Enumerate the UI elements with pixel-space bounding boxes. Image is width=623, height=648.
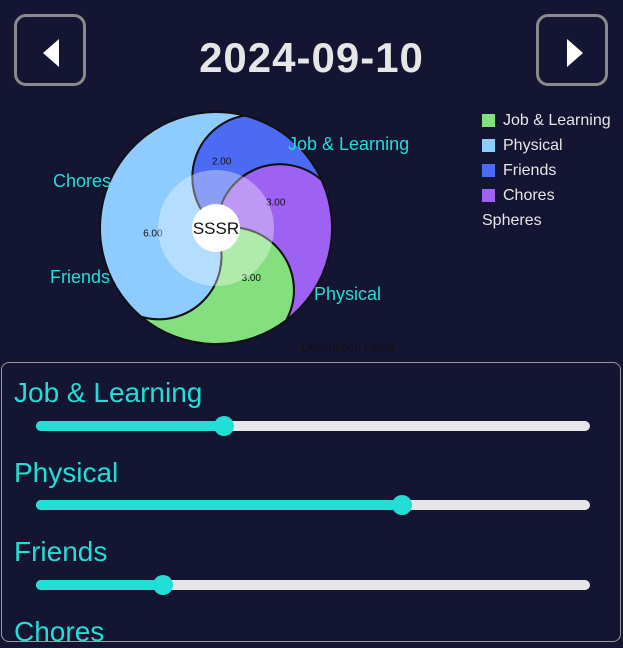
slider-label-friends: Friends <box>14 536 108 567</box>
legend-swatch <box>482 139 495 152</box>
chart-legend: Job & Learning Physical Friends Chores S… <box>482 108 611 233</box>
legend-item-job-learning: Job & Learning <box>482 108 611 133</box>
slider-thumb[interactable] <box>391 495 412 515</box>
slider-fill <box>36 500 402 510</box>
slider-label-job-learning: Job & Learning <box>14 377 203 408</box>
legend-label: Physical <box>503 136 563 154</box>
legend-swatch <box>482 114 495 127</box>
outer-label-physical: Physical <box>314 284 382 304</box>
slider-fill <box>36 421 225 431</box>
slider-thumb[interactable] <box>214 416 235 436</box>
slider-friends[interactable] <box>36 575 590 595</box>
legend-item-chores: Chores <box>482 183 611 208</box>
legend-label: Chores <box>503 186 555 204</box>
legend-label: Friends <box>503 161 557 179</box>
legend-swatch <box>482 189 495 202</box>
legend-item-physical: Physical <box>482 133 611 158</box>
outer-label-friends: Friends <box>50 267 111 287</box>
outer-label-chores: Chores <box>53 171 112 191</box>
slider-thumb[interactable] <box>153 575 174 595</box>
center-label: SSSR <box>193 219 239 238</box>
outer-label-job-learning: Job & Learning <box>288 134 410 154</box>
slider-fill <box>36 580 164 590</box>
slider-physical[interactable] <box>36 495 590 515</box>
slider-label-chores: Chores <box>14 616 105 647</box>
slider-label-physical: Physical <box>14 457 119 488</box>
description-label: Description Label <box>301 340 394 354</box>
legend-label: Job & Learning <box>503 111 611 129</box>
sliders-panel: Job & Learning Physical Friends Chores <box>1 362 621 647</box>
legend-title: Spheres <box>482 212 542 229</box>
legend-item-friends: Friends <box>482 158 611 183</box>
slice-value-label: 2.00 <box>212 156 232 167</box>
legend-swatch <box>482 164 495 177</box>
slider-job-learning[interactable] <box>36 416 590 436</box>
